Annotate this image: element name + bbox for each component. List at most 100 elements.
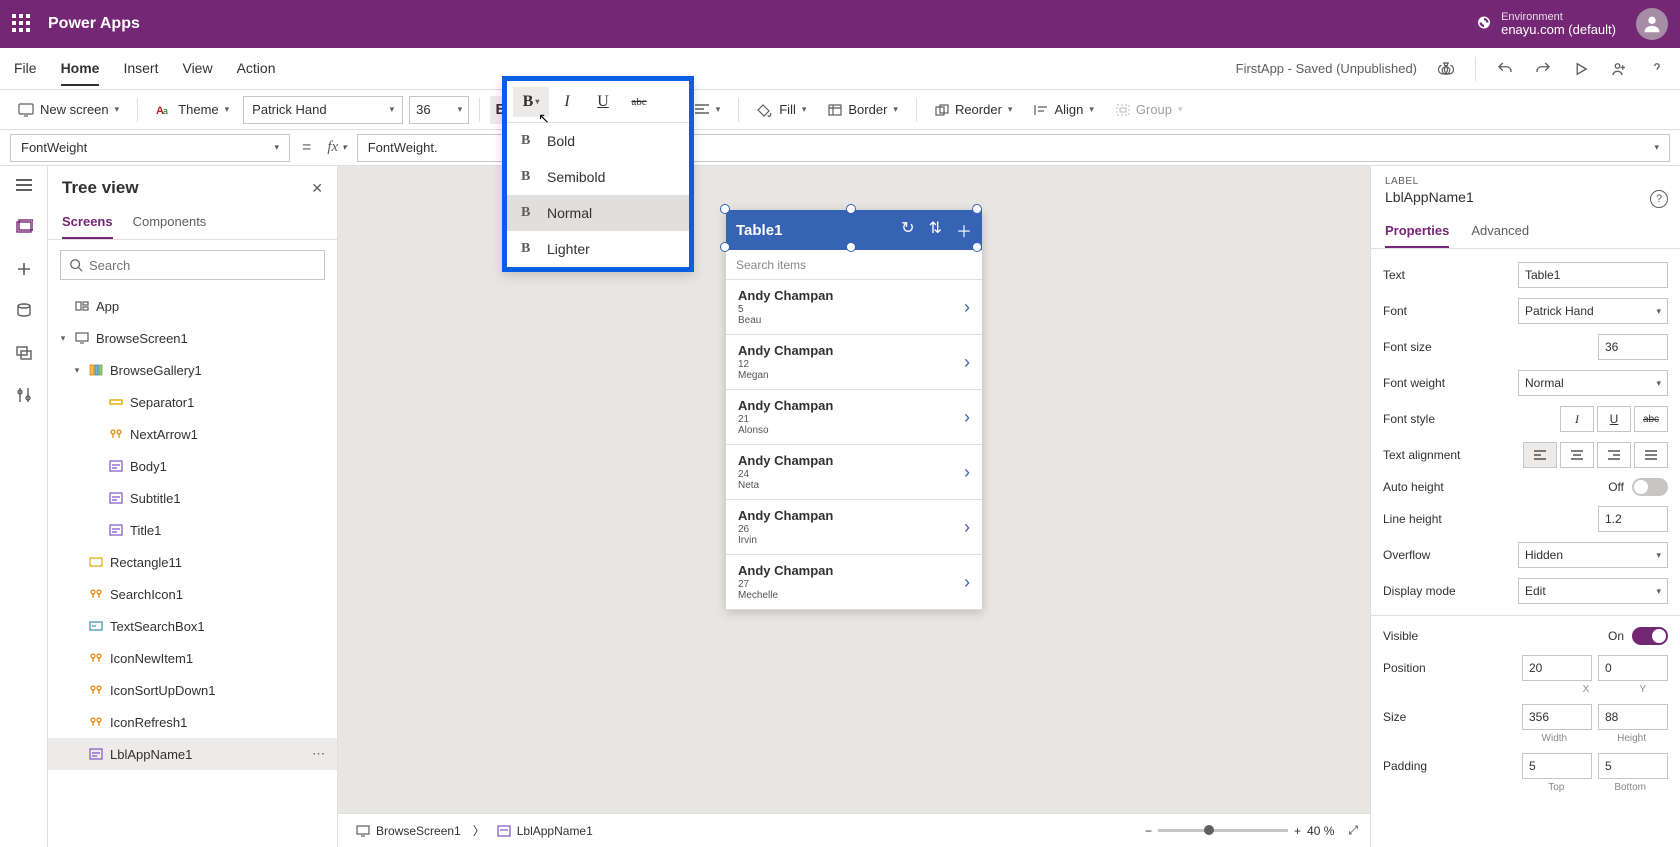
- tree-node-body1[interactable]: Body1: [48, 450, 337, 482]
- prop-displaymode-select[interactable]: Edit▾: [1518, 578, 1668, 604]
- tree-node-rectangle11[interactable]: Rectangle11: [48, 546, 337, 578]
- share-icon[interactable]: [1610, 60, 1628, 78]
- align-left-button[interactable]: [1523, 442, 1557, 468]
- sort-icon[interactable]: ⇅: [929, 218, 942, 242]
- menu-view[interactable]: View: [182, 52, 212, 86]
- waffle-icon[interactable]: [12, 14, 32, 34]
- tree-tab-screens[interactable]: Screens: [62, 208, 113, 239]
- menu-insert[interactable]: Insert: [123, 52, 158, 86]
- tree-node-textsearchbox1[interactable]: TextSearchBox1: [48, 610, 337, 642]
- prop-x-input[interactable]: 20: [1522, 655, 1592, 681]
- prop-text-input[interactable]: Table1: [1518, 262, 1668, 288]
- align-justify-button[interactable]: [1634, 442, 1668, 468]
- tree-node-iconsortupdown1[interactable]: IconSortUpDown1: [48, 674, 337, 706]
- prop-y-input[interactable]: 0: [1598, 655, 1668, 681]
- autoheight-toggle[interactable]: [1632, 478, 1668, 496]
- dropdown-underline-button[interactable]: U: [585, 87, 621, 117]
- fit-screen-icon[interactable]: ⤢: [1348, 823, 1358, 838]
- font-select[interactable]: Patrick Hand▾: [243, 96, 403, 124]
- align-center-button[interactable]: [1560, 442, 1594, 468]
- tree-node-separator1[interactable]: Separator1: [48, 386, 337, 418]
- menu-action[interactable]: Action: [237, 52, 276, 86]
- prop-fontsize-input[interactable]: 36: [1598, 334, 1668, 360]
- prop-fontweight-select[interactable]: Normal▾: [1518, 370, 1668, 396]
- dropdown-bold-button[interactable]: B▾: [513, 87, 549, 117]
- tree-tab-components[interactable]: Components: [133, 208, 207, 239]
- border-button[interactable]: Border▾: [820, 98, 906, 121]
- prop-overflow-select[interactable]: Hidden▾: [1518, 542, 1668, 568]
- props-tab-advanced[interactable]: Advanced: [1471, 217, 1529, 248]
- dropdown-strike-button[interactable]: abc: [621, 87, 657, 117]
- tree-search-input[interactable]: [60, 250, 325, 280]
- add-icon[interactable]: ＋: [956, 218, 972, 242]
- prop-padtop-input[interactable]: 5: [1522, 753, 1592, 779]
- prop-italic-toggle[interactable]: I: [1560, 406, 1594, 432]
- tree-close-icon[interactable]: ✕: [311, 180, 323, 197]
- rail-data-icon[interactable]: [13, 300, 35, 322]
- redo-icon[interactable]: [1534, 60, 1552, 78]
- align-button[interactable]: Align▾: [1026, 98, 1101, 121]
- dropdown-italic-button[interactable]: I: [549, 87, 585, 117]
- tree-node-iconrefresh1[interactable]: IconRefresh1: [48, 706, 337, 738]
- weight-option-bold[interactable]: BBold: [507, 123, 689, 159]
- new-screen-button[interactable]: New screen▾: [10, 98, 127, 121]
- list-item[interactable]: Andy Champan21Alonso›: [726, 390, 982, 445]
- rail-tools-icon[interactable]: [13, 384, 35, 406]
- play-icon[interactable]: [1572, 60, 1590, 78]
- prop-font-select[interactable]: Patrick Hand▾: [1518, 298, 1668, 324]
- tree-node-title1[interactable]: Title1: [48, 514, 337, 546]
- undo-icon[interactable]: [1496, 60, 1514, 78]
- weight-option-lighter[interactable]: BLighter: [507, 231, 689, 267]
- tree-node-browsegallery1[interactable]: ▾BrowseGallery1: [48, 354, 337, 386]
- list-item[interactable]: Andy Champan26Irvin›: [726, 500, 982, 555]
- list-item[interactable]: Andy Champan5Beau›: [726, 280, 982, 335]
- fill-button[interactable]: Fill▾: [749, 98, 814, 121]
- tree-node-searchicon1[interactable]: SearchIcon1: [48, 578, 337, 610]
- menu-home[interactable]: Home: [61, 52, 100, 86]
- reorder-button[interactable]: Reorder▾: [927, 98, 1021, 121]
- weight-option-semibold[interactable]: BSemibold: [507, 159, 689, 195]
- zoom-out-icon[interactable]: −: [1145, 824, 1152, 838]
- prop-lineheight-input[interactable]: 1.2: [1598, 506, 1668, 532]
- props-tab-properties[interactable]: Properties: [1385, 217, 1449, 248]
- environment-picker[interactable]: Environment enayu.com (default): [1475, 11, 1616, 37]
- list-item[interactable]: Andy Champan27Mechelle›: [726, 555, 982, 610]
- tree-node-app[interactable]: App: [48, 290, 337, 322]
- align-right-button[interactable]: [1597, 442, 1631, 468]
- list-item[interactable]: Andy Champan24Neta›: [726, 445, 982, 500]
- zoom-slider[interactable]: [1158, 829, 1288, 832]
- tree-node-lblappname1[interactable]: LblAppName1⋯: [48, 738, 337, 770]
- rail-insert-icon[interactable]: [13, 258, 35, 280]
- tree-node-iconnewitem1[interactable]: IconNewItem1: [48, 642, 337, 674]
- rail-tree-icon[interactable]: [13, 216, 35, 238]
- fx-button[interactable]: fx▾: [323, 139, 350, 156]
- tree-node-nextarrow1[interactable]: NextArrow1: [48, 418, 337, 450]
- font-weight-dropdown[interactable]: B▾ I U abc BBold BSemibold BNormal BLigh…: [502, 76, 694, 272]
- canvas[interactable]: Table1 ↻ ⇅ ＋ Search items Andy Champan5B…: [338, 166, 1370, 847]
- phone-header[interactable]: Table1 ↻ ⇅ ＋: [726, 210, 982, 250]
- list-item[interactable]: Andy Champan12Megan›: [726, 335, 982, 390]
- visible-toggle[interactable]: [1632, 627, 1668, 645]
- rail-hamburger-icon[interactable]: [13, 174, 35, 196]
- theme-button[interactable]: Aa Theme▾: [148, 98, 237, 121]
- breadcrumb-screen[interactable]: BrowseScreen1: [350, 822, 467, 840]
- breadcrumb-element[interactable]: LblAppName1: [491, 822, 599, 840]
- font-size-select[interactable]: 36▾: [409, 96, 469, 124]
- property-select[interactable]: FontWeight▾: [10, 134, 290, 162]
- user-avatar[interactable]: [1636, 8, 1668, 40]
- info-icon[interactable]: ?: [1650, 190, 1668, 208]
- rail-media-icon[interactable]: [13, 342, 35, 364]
- tree-node-browsescreen1[interactable]: ▾BrowseScreen1: [48, 322, 337, 354]
- prop-strike-toggle[interactable]: abc: [1634, 406, 1668, 432]
- weight-option-normal[interactable]: BNormal: [507, 195, 689, 231]
- tree-node-subtitle1[interactable]: Subtitle1: [48, 482, 337, 514]
- app-checker-icon[interactable]: [1437, 60, 1455, 78]
- prop-padbottom-input[interactable]: 5: [1598, 753, 1668, 779]
- prop-height-input[interactable]: 88: [1598, 704, 1668, 730]
- help-icon[interactable]: [1648, 60, 1666, 78]
- menu-file[interactable]: File: [14, 52, 37, 86]
- zoom-in-icon[interactable]: +: [1294, 824, 1301, 838]
- prop-underline-toggle[interactable]: U: [1597, 406, 1631, 432]
- phone-search[interactable]: Search items: [726, 250, 982, 280]
- prop-width-input[interactable]: 356: [1522, 704, 1592, 730]
